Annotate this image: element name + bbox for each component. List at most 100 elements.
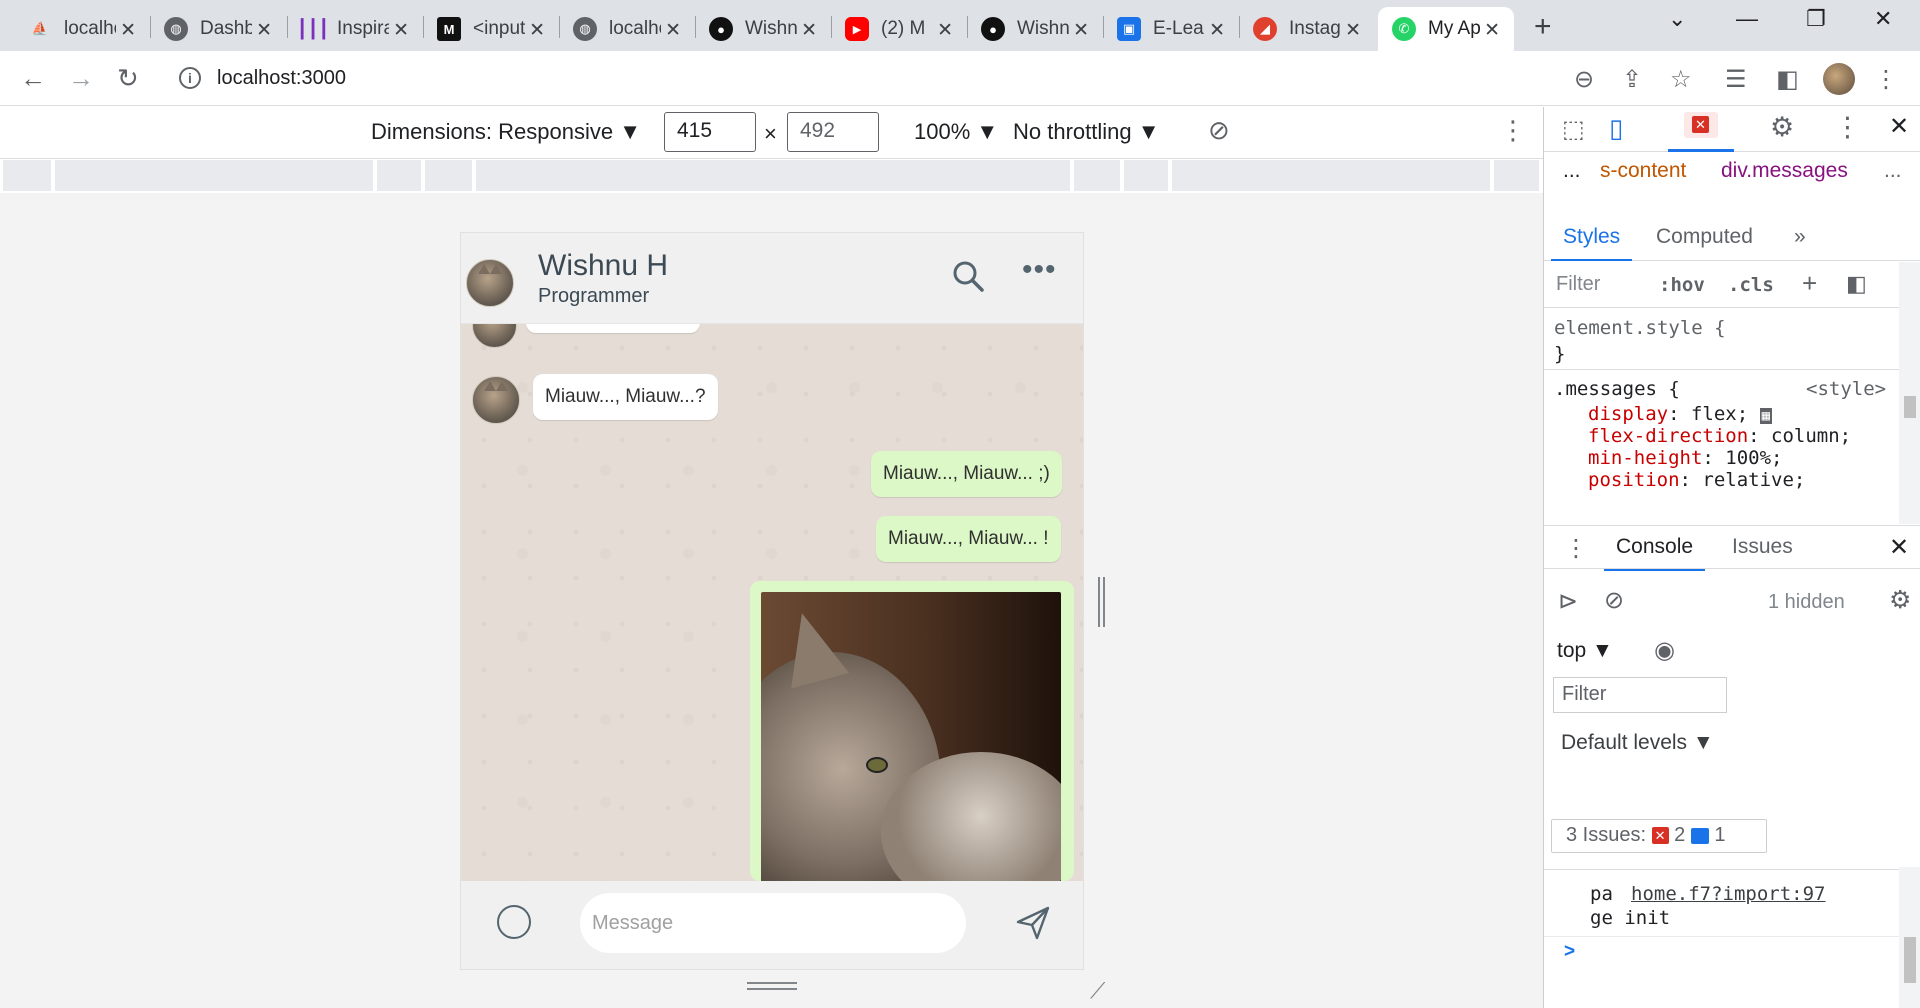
send-icon[interactable] bbox=[1015, 905, 1051, 941]
rotate-icon[interactable]: ⊘ bbox=[1208, 115, 1230, 146]
contact-name[interactable]: Wishnu H bbox=[538, 249, 668, 283]
profile-avatar[interactable] bbox=[1823, 63, 1855, 95]
more-options-icon[interactable]: ⋮ bbox=[1500, 115, 1526, 146]
search-icon[interactable] bbox=[951, 259, 985, 293]
side-panel-icon[interactable]: ◧ bbox=[1776, 65, 1799, 94]
settings-gear-icon[interactable]: ⚙ bbox=[1770, 112, 1794, 143]
browser-tab[interactable]: ◍ localhost ✕ bbox=[559, 7, 695, 51]
rule-selector[interactable]: .messages { bbox=[1554, 378, 1680, 400]
close-icon[interactable]: ✕ bbox=[1345, 19, 1361, 42]
close-icon[interactable]: ✕ bbox=[256, 19, 272, 42]
devtools-menu-icon[interactable]: ⋮ bbox=[1834, 112, 1861, 143]
console-settings-icon[interactable]: ⚙ bbox=[1889, 585, 1911, 615]
hov-toggle[interactable]: :hov bbox=[1659, 274, 1705, 296]
browser-tab[interactable]: ⛵ localhost ✕ bbox=[14, 7, 150, 51]
height-input[interactable]: 492 bbox=[787, 112, 879, 152]
bookmark-star-icon[interactable]: ☆ bbox=[1670, 65, 1692, 94]
close-icon[interactable]: ✕ bbox=[937, 19, 953, 42]
console-prompt[interactable]: > bbox=[1564, 941, 1575, 963]
menu-kebab-icon[interactable]: ⋮ bbox=[1874, 65, 1898, 94]
close-icon[interactable]: ✕ bbox=[665, 19, 681, 42]
zoom-out-icon[interactable]: ⊖ bbox=[1574, 65, 1594, 94]
tab-title: <input> bbox=[473, 18, 525, 39]
close-devtools-icon[interactable]: ✕ bbox=[1889, 112, 1909, 141]
resize-handle-right[interactable] bbox=[1098, 577, 1105, 627]
device-toggle-icon[interactable]: ▯ bbox=[1609, 113, 1623, 144]
more-tabs-icon[interactable]: » bbox=[1794, 225, 1806, 249]
breadcrumb-overflow[interactable]: ... bbox=[1563, 159, 1581, 183]
close-icon[interactable]: ✕ bbox=[801, 19, 817, 42]
browser-tab-active[interactable]: ✆ My App ✕ bbox=[1378, 7, 1514, 51]
styles-scrollbar[interactable] bbox=[1899, 262, 1920, 524]
contact-avatar[interactable] bbox=[466, 259, 514, 307]
close-icon[interactable]: ✕ bbox=[1484, 19, 1500, 42]
browser-tab[interactable]: ◍ Dashboard ✕ bbox=[150, 7, 286, 51]
media-icon[interactable]: ☰ bbox=[1725, 65, 1747, 94]
console-scrollbar[interactable] bbox=[1899, 867, 1920, 1008]
tab-computed[interactable]: Computed bbox=[1656, 225, 1753, 249]
css-declaration[interactable]: flex-direction: column; bbox=[1588, 425, 1851, 447]
share-icon[interactable]: ⇪ bbox=[1622, 65, 1642, 94]
new-tab-button[interactable]: + bbox=[1534, 10, 1552, 44]
flexbox-editor-icon[interactable]: ▦ bbox=[1759, 408, 1773, 424]
live-expression-eye-icon[interactable]: ◉ bbox=[1654, 636, 1675, 665]
css-declaration[interactable]: min-height: 100%; bbox=[1588, 447, 1782, 469]
minimize-icon[interactable]: — bbox=[1736, 6, 1758, 32]
new-style-rule-icon[interactable]: + bbox=[1802, 268, 1817, 299]
message-input[interactable] bbox=[580, 893, 966, 953]
close-icon[interactable]: ✕ bbox=[393, 19, 409, 42]
browser-tab[interactable]: ● Wishnu ✕ bbox=[967, 7, 1103, 51]
resize-corner-icon[interactable]: ⟋ bbox=[1090, 978, 1105, 1004]
close-icon[interactable]: ✕ bbox=[1073, 19, 1089, 42]
restore-icon[interactable]: ❐ bbox=[1806, 6, 1826, 32]
show-sidebar-icon[interactable]: ⊳ bbox=[1558, 587, 1578, 616]
forward-icon[interactable]: → bbox=[68, 63, 94, 94]
issues-counter[interactable]: 3 Issues: ✕ 2 1 bbox=[1551, 819, 1767, 853]
cls-toggle[interactable]: .cls bbox=[1728, 274, 1774, 296]
errors-indicator[interactable]: ✕ bbox=[1684, 112, 1718, 138]
browser-tab[interactable]: ▣ E-Learning ✕ bbox=[1103, 7, 1239, 51]
tab-issues[interactable]: Issues bbox=[1732, 535, 1793, 559]
console-filter-input[interactable]: Filter bbox=[1553, 677, 1727, 713]
image-message[interactable] bbox=[750, 581, 1074, 892]
toggle-sidebar-icon[interactable]: ◧ bbox=[1846, 271, 1867, 297]
drawer-menu-icon[interactable]: ⋮ bbox=[1564, 534, 1588, 563]
breadcrumb-overflow[interactable]: ... bbox=[1884, 159, 1902, 183]
resize-handle-bottom[interactable] bbox=[747, 982, 797, 990]
zoom-dropdown[interactable]: 100% ▼ bbox=[914, 119, 998, 145]
browser-tab[interactable]: ● Wishnu ✕ bbox=[695, 7, 831, 51]
close-window-icon[interactable]: ✕ bbox=[1874, 6, 1892, 32]
tab-styles[interactable]: Styles bbox=[1550, 225, 1633, 261]
browser-tab[interactable]: ◢ Instagram ✕ bbox=[1239, 7, 1375, 51]
breadcrumb-item-selected[interactable]: div.messages bbox=[1721, 159, 1848, 183]
tab-search-icon[interactable]: ⌄ bbox=[1668, 6, 1686, 32]
browser-tab[interactable]: ┃┃┃ Inspiration ✕ bbox=[287, 7, 423, 51]
close-drawer-icon[interactable]: ✕ bbox=[1889, 533, 1909, 562]
rule-source-link[interactable]: <style> bbox=[1806, 378, 1886, 400]
clear-console-icon[interactable]: ⊘ bbox=[1604, 586, 1624, 615]
info-icon[interactable]: i bbox=[179, 67, 201, 89]
console-log-source-link[interactable]: home.f7?import:97 bbox=[1631, 883, 1825, 905]
more-icon[interactable]: ••• bbox=[1022, 253, 1057, 287]
browser-tab[interactable]: M <input> ✕ bbox=[423, 7, 559, 51]
css-declaration[interactable]: position: relative; bbox=[1588, 469, 1805, 491]
styles-filter-input[interactable]: Filter bbox=[1556, 273, 1600, 296]
width-input[interactable]: 415 bbox=[664, 112, 756, 152]
close-icon[interactable]: ✕ bbox=[120, 19, 136, 42]
contact-status: Programmer bbox=[538, 285, 650, 307]
tab-console[interactable]: Console bbox=[1603, 535, 1706, 571]
browser-tab[interactable]: ▶ (2) M ✕ bbox=[831, 7, 967, 51]
context-selector[interactable]: top ▼ bbox=[1557, 639, 1613, 663]
log-levels-dropdown[interactable]: Default levels ▼ bbox=[1561, 731, 1714, 755]
back-icon[interactable]: ← bbox=[20, 63, 46, 94]
emoji-icon[interactable] bbox=[497, 905, 531, 939]
close-icon[interactable]: ✕ bbox=[529, 19, 545, 42]
dimensions-dropdown[interactable]: Dimensions: Responsive ▼ bbox=[371, 119, 641, 145]
throttling-dropdown[interactable]: No throttling ▼ bbox=[1013, 119, 1160, 145]
css-declaration[interactable]: display: flex; ▦ bbox=[1588, 403, 1773, 425]
reload-icon[interactable]: ↻ bbox=[117, 63, 139, 94]
breadcrumb-item[interactable]: s-content bbox=[1600, 159, 1686, 183]
url-text[interactable]: localhost:3000 bbox=[217, 67, 346, 90]
close-icon[interactable]: ✕ bbox=[1209, 19, 1225, 42]
inspect-element-icon[interactable]: ⬚ bbox=[1562, 115, 1585, 144]
